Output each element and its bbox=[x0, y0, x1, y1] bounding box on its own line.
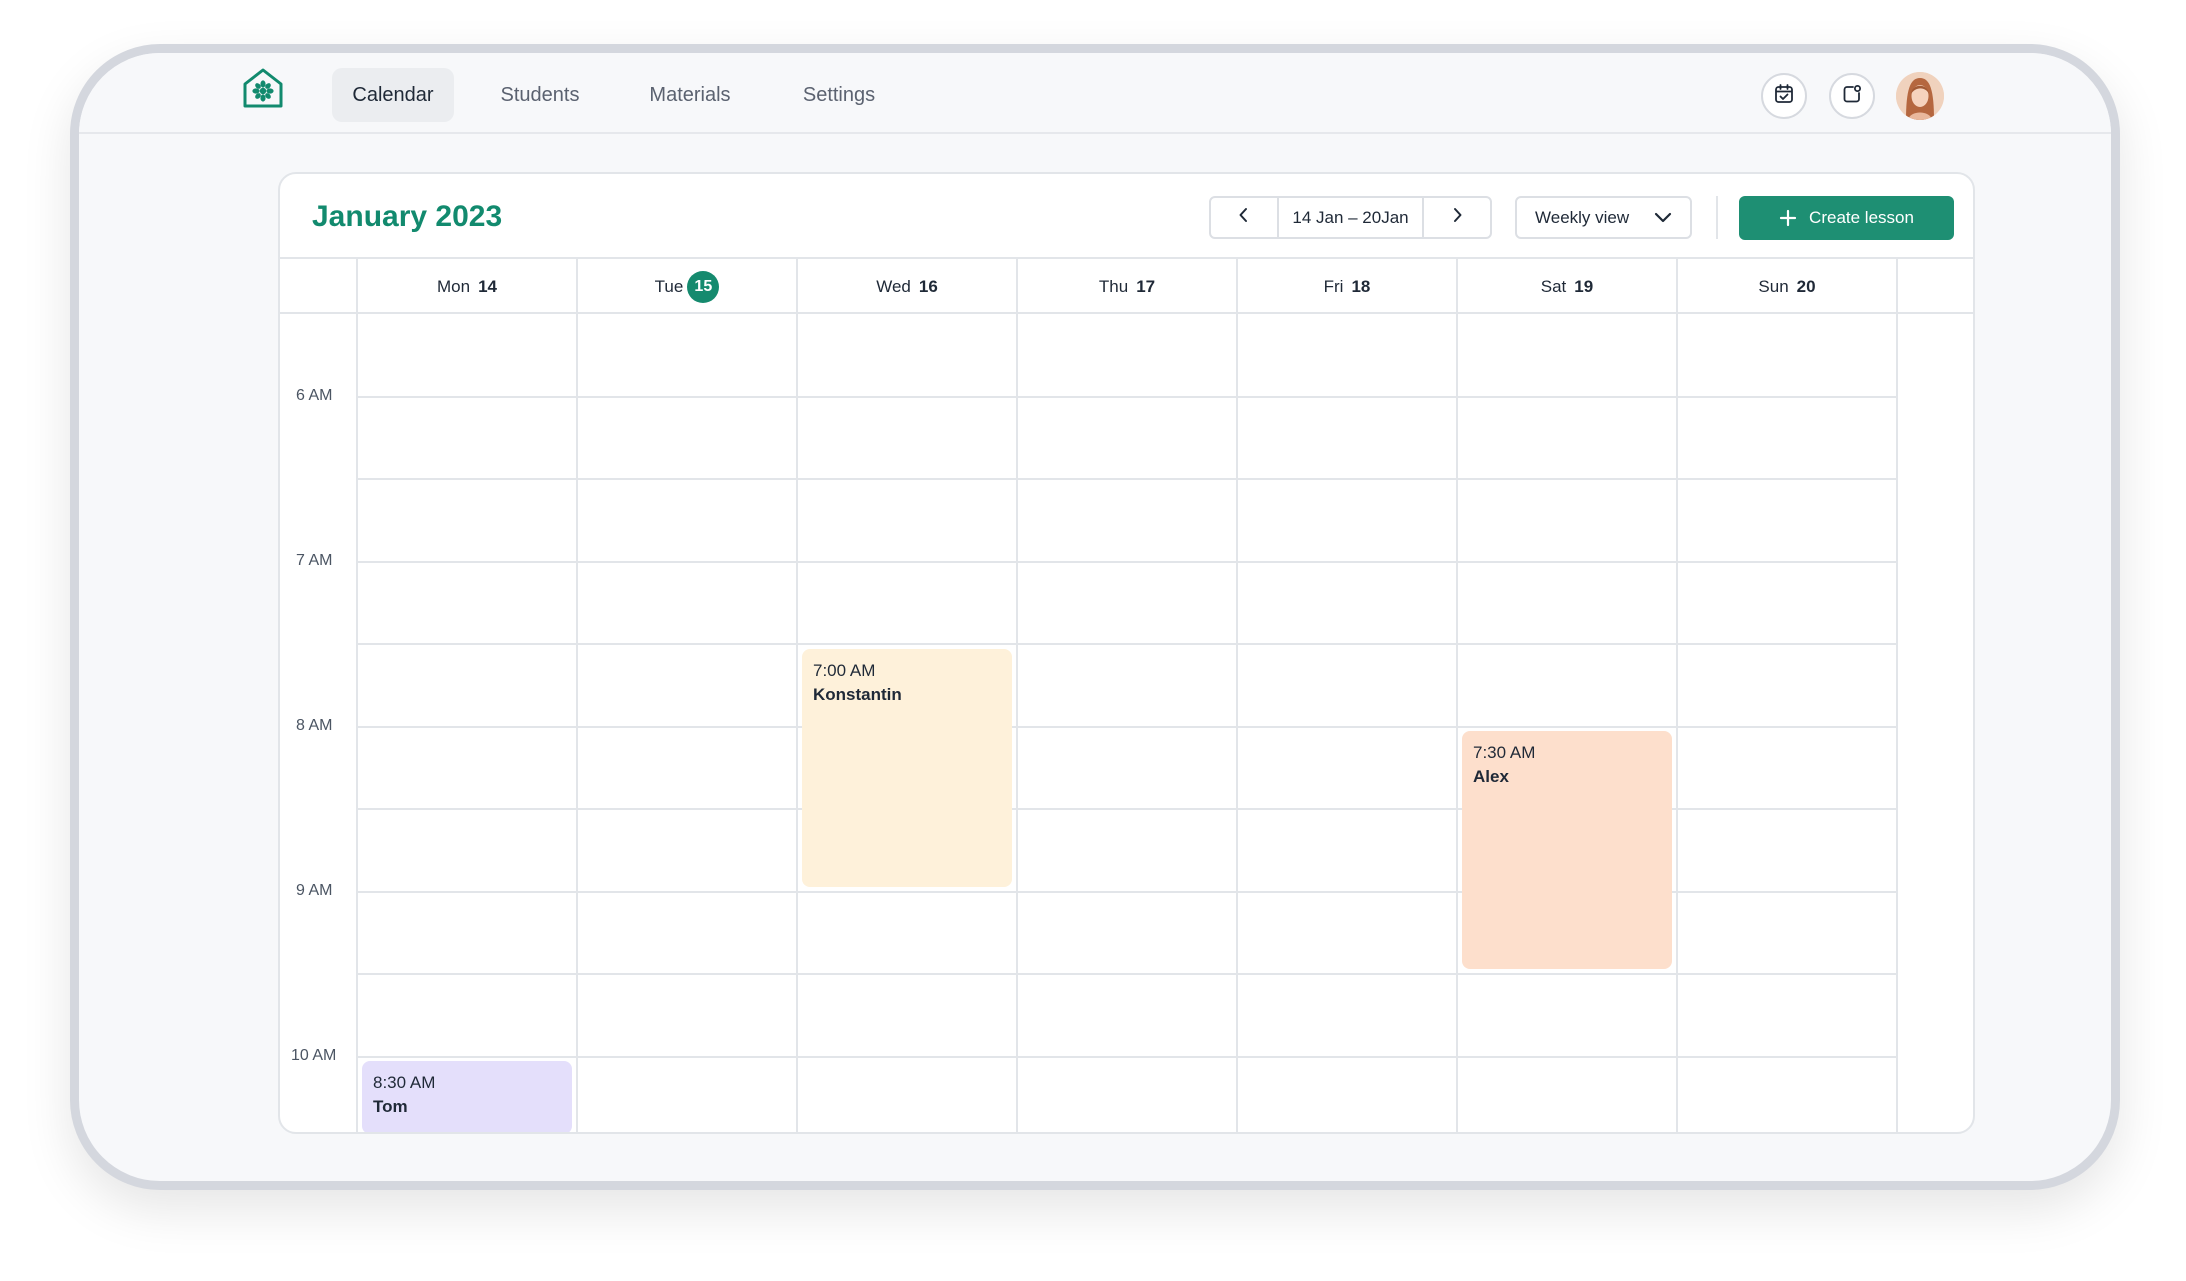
day-name: Thu bbox=[1098, 276, 1129, 296]
day-name: Mon bbox=[437, 276, 471, 296]
day-header-sun[interactable]: Sun 20 bbox=[1678, 259, 1896, 314]
column-divider bbox=[1456, 259, 1458, 1132]
view-select-label: Weekly view bbox=[1535, 207, 1630, 227]
nav-students-label: Students bbox=[500, 83, 580, 106]
day-number: 14 bbox=[478, 276, 497, 296]
calendar-card: January 2023 14 Jan – 20Jan Weekly view bbox=[278, 172, 1975, 1134]
notification-button[interactable] bbox=[1829, 73, 1875, 119]
plus-icon bbox=[1779, 209, 1797, 227]
event-time: 7:30 AM bbox=[1473, 743, 1536, 762]
time-label: 7 AM bbox=[296, 552, 333, 569]
chevron-down-icon bbox=[1654, 210, 1672, 230]
column-divider bbox=[1896, 259, 1898, 1132]
day-name: Wed bbox=[876, 276, 911, 296]
row-divider bbox=[357, 726, 1896, 728]
event-time: 7:00 AM bbox=[813, 661, 876, 680]
create-lesson-button[interactable]: Create lesson bbox=[1739, 196, 1954, 240]
calendar-header: January 2023 14 Jan – 20Jan Weekly view bbox=[280, 174, 1973, 259]
column-divider bbox=[1016, 259, 1018, 1132]
row-divider bbox=[357, 1056, 1896, 1058]
date-range-navigator: 14 Jan – 20Jan bbox=[1209, 196, 1492, 239]
row-divider bbox=[357, 561, 1896, 563]
time-label: 6 AM bbox=[296, 387, 333, 404]
app-window: Calendar Students Materials Settings Jan… bbox=[70, 44, 2120, 1190]
event-tom[interactable]: 8:30 AM Tom bbox=[362, 1061, 572, 1132]
day-header-thu[interactable]: Thu 17 bbox=[1018, 259, 1236, 314]
column-divider bbox=[1676, 259, 1678, 1132]
nav-settings[interactable]: Settings bbox=[784, 68, 894, 122]
day-header-row: Mon 14 Tue 15 Wed 16 Thu 17 Fri 18 Sat 1… bbox=[280, 259, 1973, 314]
create-lesson-label: Create lesson bbox=[1809, 208, 1914, 227]
row-divider bbox=[357, 478, 1896, 480]
row-divider bbox=[357, 973, 1896, 975]
row-divider bbox=[357, 396, 1896, 398]
column-divider bbox=[1236, 259, 1238, 1132]
nav-materials-label: Materials bbox=[649, 83, 731, 106]
day-header-wed[interactable]: Wed 16 bbox=[798, 259, 1016, 314]
column-divider bbox=[576, 259, 578, 1132]
nav-students[interactable]: Students bbox=[484, 68, 596, 122]
view-select[interactable]: Weekly view bbox=[1515, 196, 1692, 239]
day-number: 20 bbox=[1796, 276, 1816, 296]
today-badge: 15 bbox=[687, 270, 720, 303]
day-header-fri[interactable]: Fri 18 bbox=[1238, 259, 1456, 314]
day-header-tue[interactable]: Tue 15 bbox=[578, 259, 796, 314]
nav-calendar[interactable]: Calendar bbox=[332, 68, 454, 122]
event-alex[interactable]: 7:30 AM Alex bbox=[1462, 731, 1672, 969]
notification-icon bbox=[1841, 83, 1863, 110]
time-label: 10 AM bbox=[291, 1047, 337, 1064]
event-student-name: Tom bbox=[373, 1097, 408, 1116]
row-divider bbox=[357, 643, 1896, 645]
calendar-check-icon bbox=[1773, 83, 1795, 110]
day-number: 16 bbox=[918, 276, 938, 296]
event-konstantin[interactable]: 7:00 AM Konstantin bbox=[802, 649, 1012, 887]
day-number: 18 bbox=[1351, 276, 1371, 296]
column-divider bbox=[796, 259, 798, 1132]
chevron-left-icon bbox=[1237, 207, 1251, 228]
calendar-check-button[interactable] bbox=[1761, 73, 1807, 119]
user-avatar[interactable] bbox=[1896, 72, 1944, 120]
day-number: 17 bbox=[1136, 276, 1156, 296]
month-title: January 2023 bbox=[312, 200, 503, 233]
next-week-button[interactable] bbox=[1424, 198, 1490, 237]
time-label: 8 AM bbox=[296, 717, 333, 734]
day-name: Fri bbox=[1323, 276, 1344, 296]
day-name: Sun bbox=[1758, 276, 1789, 296]
nav-calendar-label: Calendar bbox=[352, 83, 434, 106]
previous-week-button[interactable] bbox=[1211, 198, 1277, 237]
event-student-name: Alex bbox=[1473, 767, 1509, 786]
day-name: Sat bbox=[1540, 276, 1567, 296]
header-divider bbox=[1716, 196, 1718, 239]
nav-settings-label: Settings bbox=[802, 83, 876, 106]
date-range-label: 14 Jan – 20Jan bbox=[1277, 198, 1424, 237]
week-grid: Mon 14 Tue 15 Wed 16 Thu 17 Fri 18 Sat 1… bbox=[280, 259, 1973, 1132]
column-divider bbox=[356, 259, 358, 1132]
chevron-right-icon bbox=[1450, 207, 1464, 228]
top-navigation: Calendar Students Materials Settings bbox=[79, 53, 2111, 134]
flower-house-icon[interactable] bbox=[241, 68, 285, 110]
day-header-sat[interactable]: Sat 19 bbox=[1458, 259, 1676, 314]
event-time: 8:30 AM bbox=[373, 1073, 436, 1092]
day-number: 19 bbox=[1574, 276, 1594, 296]
day-header-mon[interactable]: Mon 14 bbox=[358, 259, 576, 314]
day-name: Tue bbox=[654, 276, 684, 296]
time-label: 9 AM bbox=[296, 882, 333, 899]
nav-materials[interactable]: Materials bbox=[625, 68, 755, 122]
event-student-name: Konstantin bbox=[813, 685, 902, 704]
